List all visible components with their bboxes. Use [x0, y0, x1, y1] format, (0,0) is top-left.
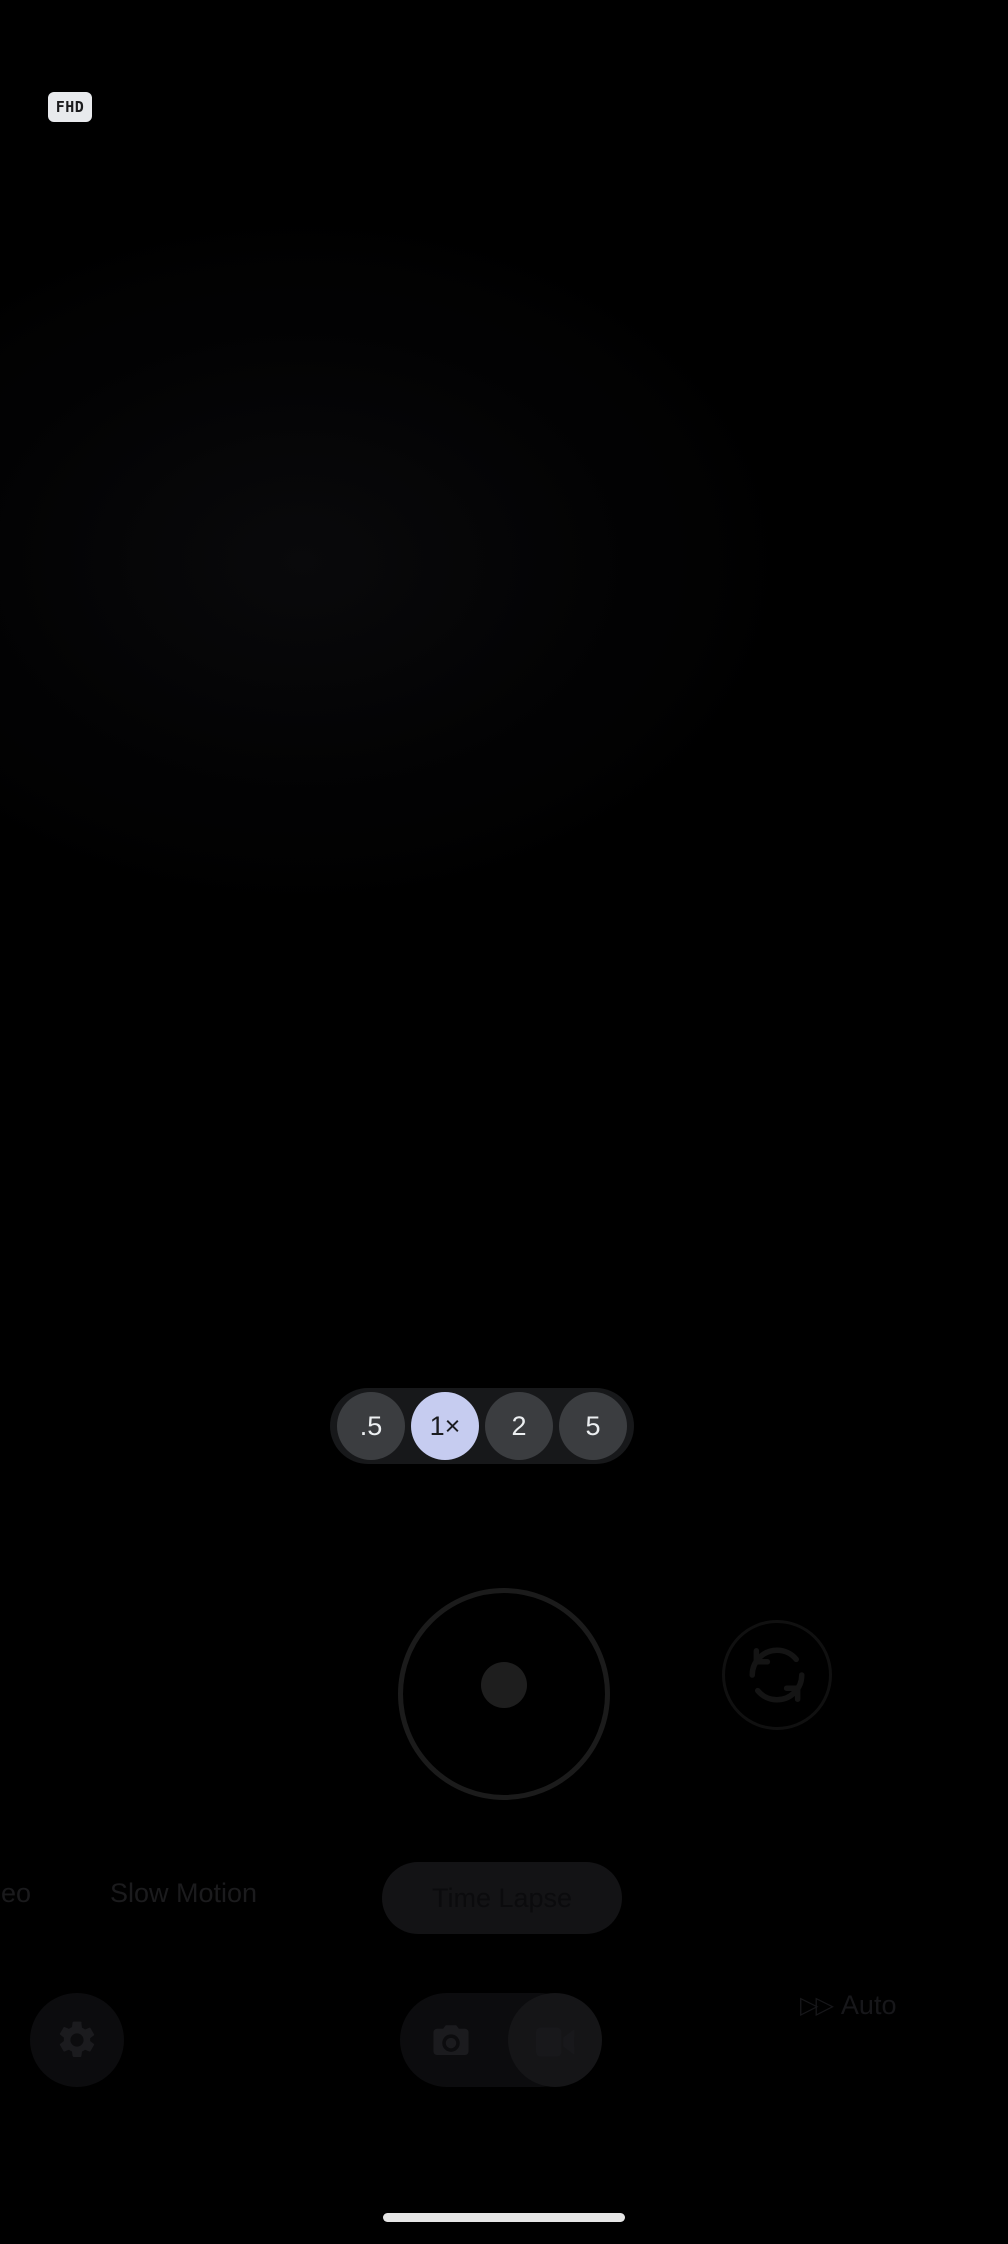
zoom-option-0point5[interactable]: .5 [337, 1392, 405, 1460]
time-lapse-settings-sheet: Time Lapse Settings More light Night Sig… [0, 1540, 1008, 2244]
zoom-option-1x[interactable]: 1× [411, 1392, 479, 1460]
fhd-badge-icon: FHD [48, 92, 92, 122]
zoom-option-2x[interactable]: 2 [485, 1392, 553, 1460]
zoom-level-selector[interactable]: .5 1× 2 5 [330, 1388, 634, 1464]
zoom-option-5x[interactable]: 5 [559, 1392, 627, 1460]
camera-app-screen: FHD deo Slow Motion Time Lapse [0, 0, 1008, 2244]
home-indicator[interactable] [383, 2213, 625, 2222]
